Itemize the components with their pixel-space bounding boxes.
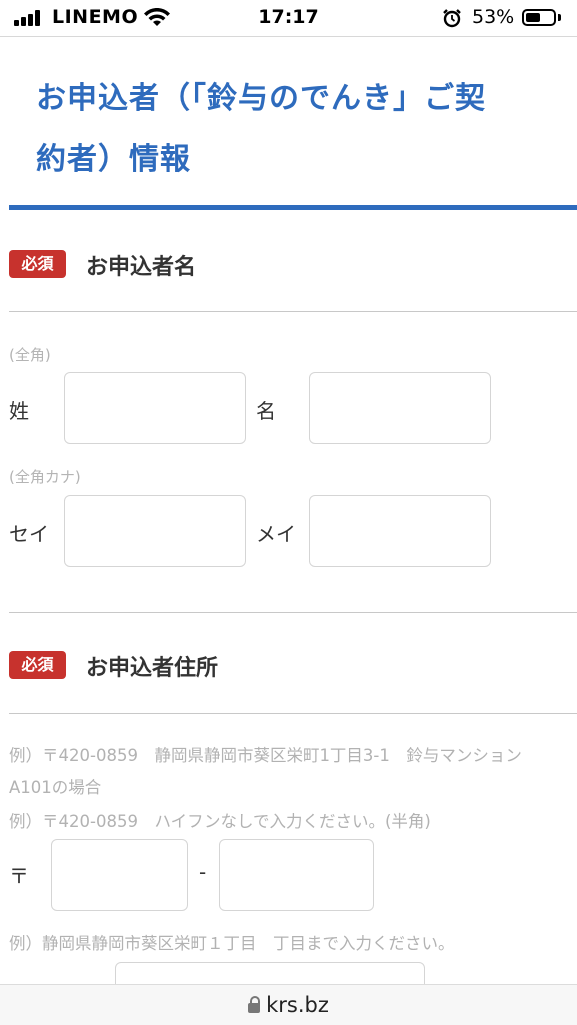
section-divider: [9, 612, 577, 613]
page-title-line2: 約者）情報: [36, 142, 191, 177]
full-width-kana-hint: (全角カナ): [9, 468, 81, 486]
applicant-address-heading: お申込者住所: [86, 656, 219, 681]
url-text: krs.bz: [266, 993, 329, 1017]
page-title-line1: お申込者（「鈴与のでんき」ご契: [36, 81, 486, 116]
section-divider: [9, 713, 577, 714]
page-title: お申込者（「鈴与のでんき」ご契 約者）情報: [36, 68, 546, 190]
url-display: krs.bz: [0, 993, 577, 1017]
postal-dash: -: [199, 860, 207, 884]
battery-percent: 53%: [472, 6, 515, 28]
battery-tip: [558, 14, 561, 21]
last-name-kana-input[interactable]: [64, 495, 246, 567]
city-example: 例）静岡県静岡市葵区栄町１丁目 丁目まで入力ください。: [9, 934, 455, 953]
lock-icon: [248, 996, 261, 1013]
first-name-label: 名: [256, 399, 276, 423]
last-name-input[interactable]: [64, 372, 246, 444]
first-name-kana-input[interactable]: [309, 495, 491, 567]
last-name-kana-label: セイ: [9, 522, 49, 546]
alarm-clock-icon: [443, 9, 461, 28]
first-name-kana-label: メイ: [256, 522, 296, 546]
first-name-input[interactable]: [309, 372, 491, 444]
address-example-line2: A101の場合: [9, 778, 102, 797]
applicant-name-heading: お申込者名: [86, 255, 197, 280]
browser-url-bar[interactable]: krs.bz: [0, 984, 577, 1025]
battery-level-fill: [526, 13, 540, 22]
postal-mark-label: 〒: [9, 864, 29, 888]
required-badge: 必須: [9, 250, 66, 278]
postal-code-second-input[interactable]: [219, 839, 374, 911]
battery-icon: [522, 9, 556, 26]
address-example-line1: 例）〒420-0859 静岡県静岡市葵区栄町1丁目3-1 鈴与マンション: [9, 746, 522, 765]
status-bar: LINEMO 17:17 53%: [0, 0, 577, 36]
postal-code-first-input[interactable]: [51, 839, 188, 911]
section-divider: [9, 311, 577, 312]
title-underline: [9, 205, 577, 210]
full-width-hint: (全角): [9, 346, 51, 364]
last-name-label: 姓: [9, 399, 29, 423]
status-bar-divider: [0, 36, 577, 37]
required-badge: 必須: [9, 651, 66, 679]
postal-code-example: 例）〒420-0859 ハイフンなしで入力ください。(半角): [9, 812, 431, 831]
